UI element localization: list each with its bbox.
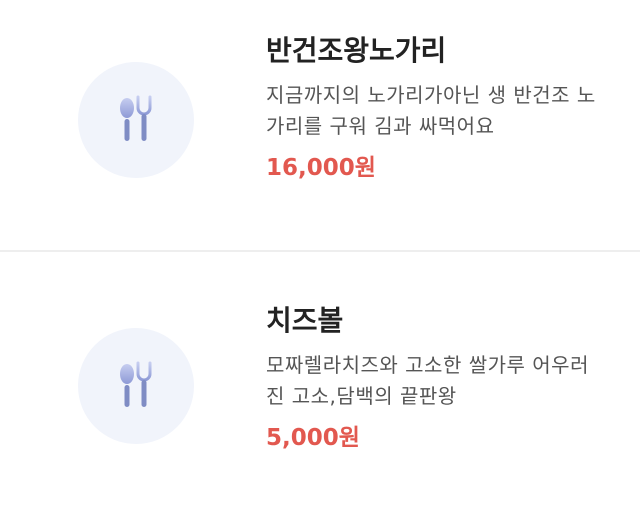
menu-description: 모짜렐라치즈와 고소한 쌀가루 어우러진 고소,담백의 끝판왕 [266, 353, 589, 408]
menu-price: 16,000원 [266, 155, 376, 181]
menu-item[interactable]: 치즈볼 모짜렐라치즈와 고소한 쌀가루 어우러진 고소,담백의 끝판왕 5,00… [0, 254, 640, 506]
menu-price: 5,000원 [266, 425, 360, 451]
menu-thumbnail [78, 328, 194, 444]
menu-thumbnail [78, 62, 194, 178]
menu-info: 반건조왕노가리 지금까지의 노가리가아닌 생 반건조 노가리를 구워 김과 싸먹… [266, 31, 616, 184]
fork-spoon-icon [120, 361, 152, 407]
fork-spoon-icon [120, 95, 152, 141]
menu-list: 반건조왕노가리 지금까지의 노가리가아닌 생 반건조 노가리를 구워 김과 싸먹… [0, 0, 640, 494]
menu-description: 지금까지의 노가리가아닌 생 반건조 노가리를 구워 김과 싸먹어요 [266, 83, 596, 138]
menu-name: 치즈볼 [266, 304, 344, 337]
menu-name: 반건조왕노가리 [266, 34, 447, 67]
menu-info: 치즈볼 모짜렐라치즈와 고소한 쌀가루 어우러진 고소,담백의 끝판왕 5,00… [266, 301, 616, 454]
menu-item[interactable]: 반건조왕노가리 지금까지의 노가리가아닌 생 반건조 노가리를 구워 김과 싸먹… [0, 0, 640, 252]
